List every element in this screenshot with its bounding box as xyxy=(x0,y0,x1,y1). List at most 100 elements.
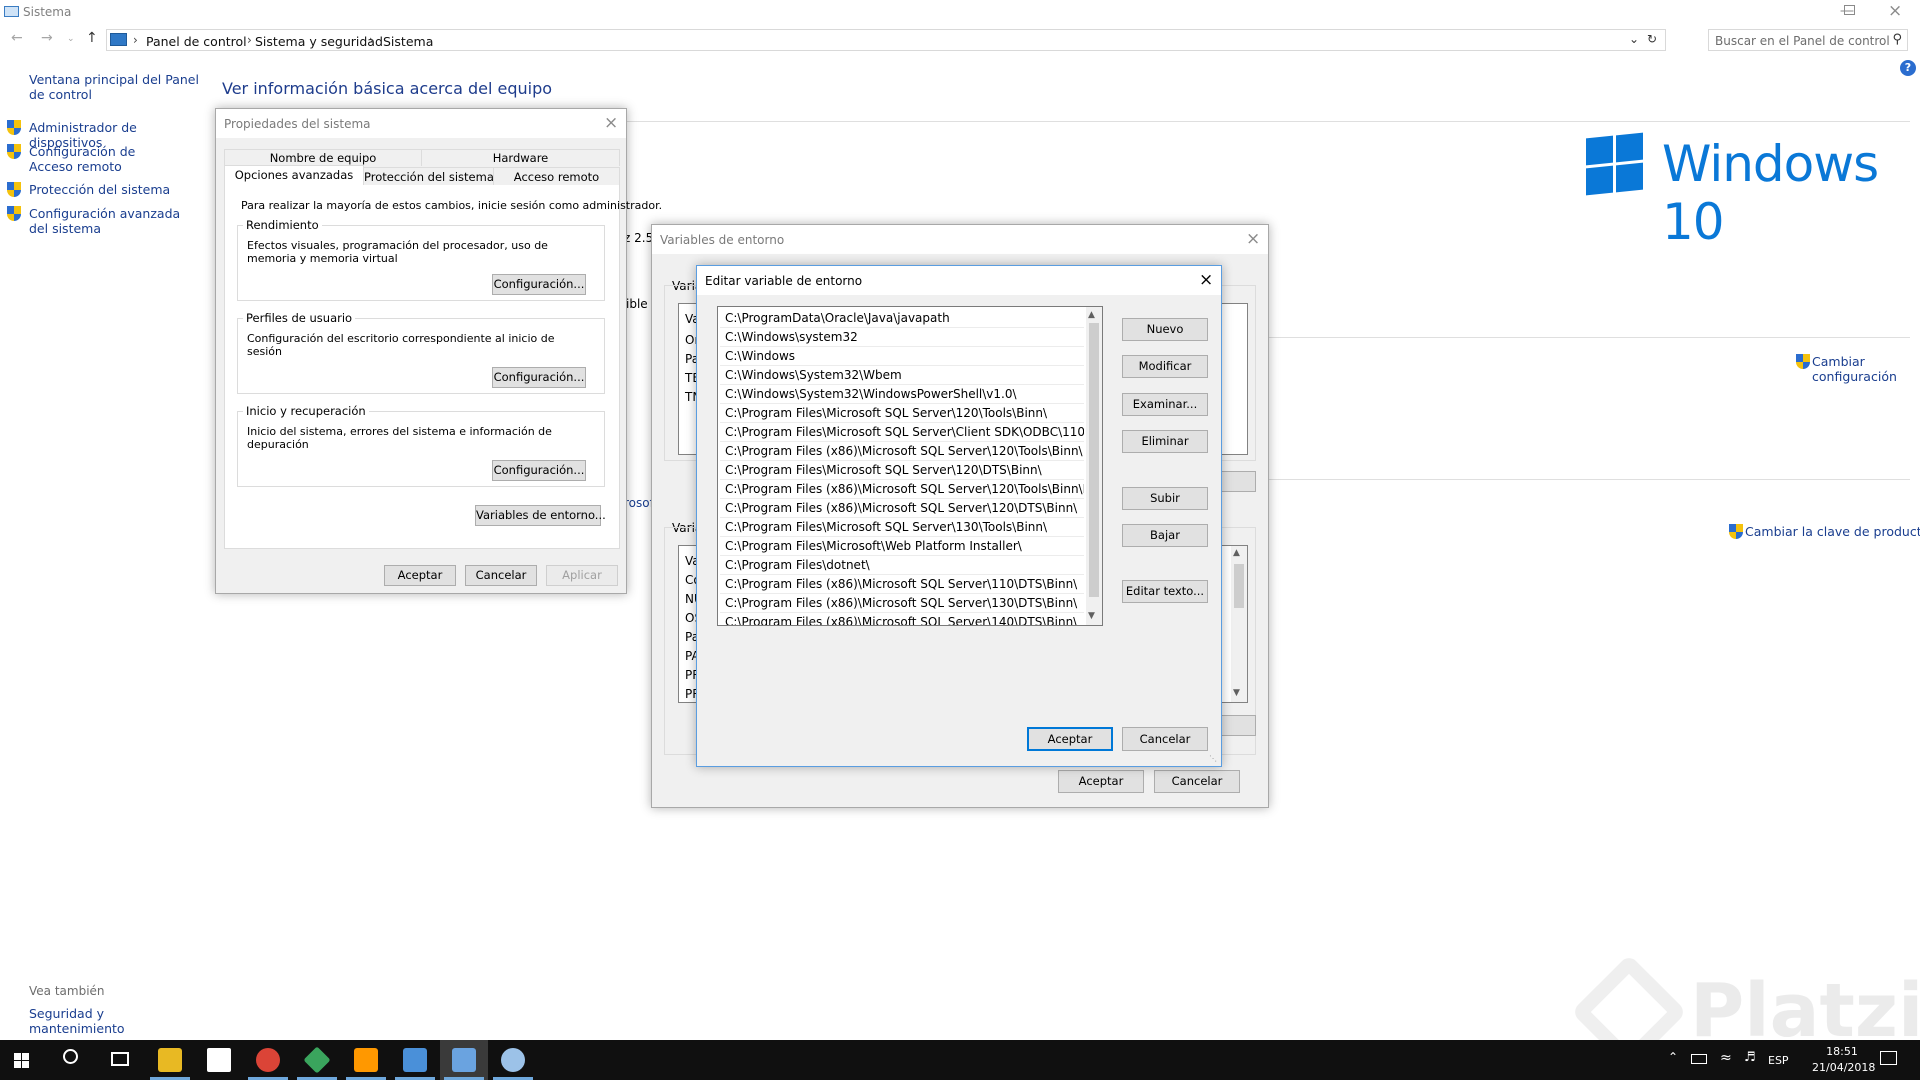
path-item[interactable]: C:\Windows\system32 xyxy=(720,328,1084,347)
task-view-icon[interactable] xyxy=(111,1052,129,1066)
path-item[interactable]: C:\Program Files\Microsoft SQL Server\12… xyxy=(720,461,1084,480)
file-explorer-icon[interactable] xyxy=(158,1048,182,1072)
browse-button[interactable]: Examinar... xyxy=(1122,393,1208,416)
tab-computer-name[interactable]: Nombre de equipo xyxy=(224,149,422,166)
change-settings-link[interactable]: Cambiar configuración xyxy=(1812,354,1908,384)
path-item-label: C:\Windows\System32\Wbem xyxy=(725,368,902,382)
scrollbar-thumb[interactable] xyxy=(1089,323,1099,597)
up-arrow-icon[interactable]: ↑ xyxy=(86,30,98,46)
input-language[interactable]: ESP xyxy=(1768,1054,1789,1067)
environment-variables-button[interactable]: Variables de entorno... xyxy=(475,505,606,526)
start-windows-icon[interactable] xyxy=(14,1053,30,1069)
section-divider xyxy=(1262,479,1910,480)
search-box[interactable]: Buscar en el Panel de control ⚲ xyxy=(1708,29,1908,51)
volume-icon[interactable]: ♬ xyxy=(1744,1050,1756,1065)
tab-strip: Nombre de equipo Hardware Opciones avanz… xyxy=(224,149,620,187)
scroll-up-icon[interactable]: ▲ xyxy=(1088,310,1095,320)
wifi-icon[interactable]: ≈ xyxy=(1720,1050,1732,1066)
breadcrumb-system[interactable]: Sistema xyxy=(383,34,433,49)
path-list[interactable]: C:\Program Files\Sublime Text 3C:\Progra… xyxy=(717,306,1103,626)
performance-settings-button[interactable]: Configuración... xyxy=(492,274,586,295)
scroll-down-icon[interactable]: ▼ xyxy=(1088,611,1095,621)
breadcrumb-control-panel[interactable]: Panel de control xyxy=(146,34,247,49)
mail-icon[interactable] xyxy=(207,1048,231,1072)
delete-button[interactable]: Eliminar xyxy=(1122,430,1208,453)
control-panel-taskbar-icon[interactable] xyxy=(403,1048,427,1072)
section-divider xyxy=(1262,337,1910,338)
new-button[interactable]: Nuevo xyxy=(1122,318,1208,341)
ok-button[interactable]: Aceptar xyxy=(1058,770,1144,793)
cancel-button[interactable]: Cancelar xyxy=(1122,727,1208,751)
chrome-icon[interactable] xyxy=(256,1048,280,1072)
tray-chevron-icon[interactable]: ⌃ xyxy=(1668,1050,1678,1064)
startup-recovery-settings-button[interactable]: Configuración... xyxy=(492,460,586,481)
scrollbar[interactable]: ▲ ▼ xyxy=(1231,546,1247,702)
scrollbar-thumb[interactable] xyxy=(1234,564,1244,608)
battery-icon[interactable] xyxy=(1691,1054,1707,1064)
scrollbar[interactable]: ▲ ▼ xyxy=(1086,307,1102,625)
path-item[interactable]: C:\Program Files\dotnet\ xyxy=(720,556,1084,575)
close-icon[interactable]: × xyxy=(1199,270,1213,290)
path-item[interactable]: C:\Program Files\Microsoft\Web Platform … xyxy=(720,537,1084,556)
change-product-key-link[interactable]: Cambiar la clave de producto xyxy=(1745,524,1920,539)
close-icon[interactable]: × xyxy=(604,113,618,133)
security-maintenance-link[interactable]: Seguridad y mantenimiento xyxy=(29,1006,199,1036)
close-icon[interactable]: × xyxy=(1888,1,1902,21)
path-item[interactable]: C:\Program Files (x86)\Microsoft SQL Ser… xyxy=(720,575,1084,594)
system-properties-taskbar-icon[interactable] xyxy=(452,1048,476,1072)
modify-button[interactable]: Modificar xyxy=(1122,355,1208,378)
tab-remote-access[interactable]: Acceso remoto xyxy=(494,167,620,186)
tab-advanced-options[interactable]: Opciones avanzadas xyxy=(224,165,364,187)
breadcrumb-system-security[interactable]: Sistema y seguridad xyxy=(255,34,383,49)
address-dropdown-icon[interactable]: ⌄ xyxy=(1629,32,1639,46)
address-bar[interactable]: › Panel de control › Sistema y seguridad… xyxy=(106,29,1666,51)
clock-date[interactable]: 21/04/2018 xyxy=(1812,1061,1875,1074)
ok-button[interactable]: Aceptar xyxy=(384,565,456,586)
path-item[interactable]: C:\Windows xyxy=(720,347,1084,366)
path-item[interactable]: C:\Program Files\Microsoft SQL Server\12… xyxy=(720,404,1084,423)
scroll-down-icon[interactable]: ▼ xyxy=(1233,688,1240,698)
tab-hardware[interactable]: Hardware xyxy=(422,149,620,166)
paint-icon[interactable] xyxy=(501,1048,525,1072)
close-icon[interactable]: × xyxy=(1246,229,1260,249)
move-up-button[interactable]: Subir xyxy=(1122,487,1208,510)
path-item[interactable]: C:\Program Files (x86)\Microsoft SQL Ser… xyxy=(720,594,1084,613)
move-down-button[interactable]: Bajar xyxy=(1122,524,1208,547)
path-item[interactable]: C:\ProgramData\Oracle\Java\javapath xyxy=(720,309,1084,328)
back-arrow-icon[interactable]: ← xyxy=(11,30,23,46)
scroll-up-icon[interactable]: ▲ xyxy=(1233,548,1240,558)
path-item[interactable]: C:\Program Files (x86)\Microsoft SQL Ser… xyxy=(720,480,1084,499)
ok-button[interactable]: Aceptar xyxy=(1027,727,1113,751)
resize-grip-icon[interactable]: ⋱ xyxy=(1209,754,1217,763)
path-item[interactable]: C:\Program Files\Microsoft SQL Server\Cl… xyxy=(720,423,1084,442)
user-profiles-settings-button[interactable]: Configuración... xyxy=(492,367,586,388)
git-icon[interactable] xyxy=(303,1046,331,1074)
sublime-text-icon[interactable] xyxy=(354,1048,378,1072)
forward-arrow-icon[interactable]: → xyxy=(41,30,53,46)
search-icon[interactable]: ⚲ xyxy=(1892,32,1902,47)
cancel-button[interactable]: Cancelar xyxy=(1154,770,1240,793)
path-item-label: C:\Program Files\dotnet\ xyxy=(725,558,870,572)
path-item[interactable]: C:\Windows\System32\Wbem xyxy=(720,366,1084,385)
restore-button[interactable] xyxy=(1844,5,1855,15)
remote-access-link[interactable]: Configuración de Acceso remoto xyxy=(29,144,179,174)
path-item[interactable]: C:\Program Files (x86)\Microsoft SQL Ser… xyxy=(720,613,1084,625)
help-icon[interactable]: ? xyxy=(1900,60,1916,76)
clock-time[interactable]: 18:51 xyxy=(1812,1045,1872,1058)
notifications-icon[interactable] xyxy=(1880,1051,1897,1065)
path-item[interactable]: C:\Program Files (x86)\Microsoft SQL Ser… xyxy=(720,442,1084,461)
edit-text-button[interactable]: Editar texto... xyxy=(1122,580,1208,603)
tab-system-protection[interactable]: Protección del sistema xyxy=(364,167,494,186)
path-item[interactable]: C:\Program Files\Microsoft SQL Server\13… xyxy=(720,518,1084,537)
section-divider xyxy=(622,121,1910,122)
path-item[interactable]: C:\Program Files (x86)\Microsoft SQL Ser… xyxy=(720,499,1084,518)
search-icon[interactable] xyxy=(63,1049,78,1064)
cancel-button[interactable]: Cancelar xyxy=(465,565,537,586)
advanced-system-settings-link[interactable]: Configuración avanzada del sistema xyxy=(29,206,189,236)
path-item[interactable]: C:\Windows\System32\WindowsPowerShell\v1… xyxy=(720,385,1084,404)
refresh-icon[interactable]: ↻ xyxy=(1647,32,1657,46)
apply-button[interactable]: Aplicar xyxy=(546,565,618,586)
system-protection-link[interactable]: Protección del sistema xyxy=(29,182,199,197)
control-panel-home-link[interactable]: Ventana principal del Panel de control xyxy=(29,72,199,102)
recent-chevron-icon[interactable]: ⌄ xyxy=(67,34,75,44)
